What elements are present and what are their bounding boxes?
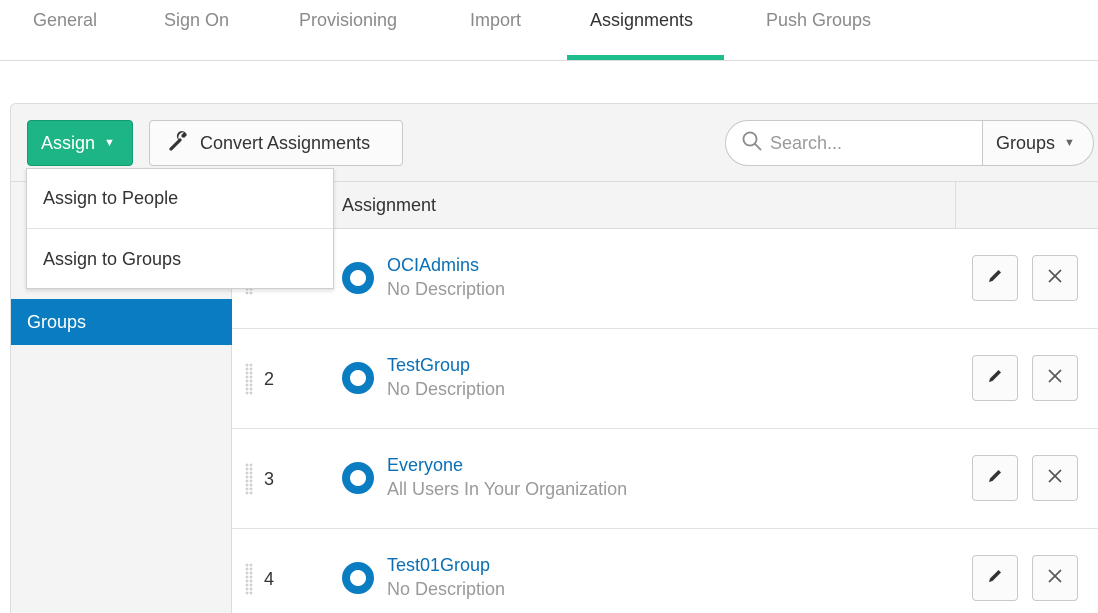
table-row: 1 OCIAdmins No Description [232,229,1098,329]
drag-handle-icon[interactable] [245,463,253,495]
group-name-link[interactable]: OCIAdmins [387,255,479,276]
group-description: No Description [387,379,506,399]
row-priority: 3 [264,469,275,489]
search-icon [742,131,762,156]
search-input[interactable] [770,132,970,154]
group-icon [342,262,374,294]
tab-provisioning[interactable]: Provisioning [299,10,397,31]
convert-assignments-button[interactable]: Convert Assignments [149,120,403,166]
tab-assignments[interactable]: Assignments [590,10,693,31]
remove-button[interactable] [1032,355,1078,401]
caret-down-icon: ▼ [104,137,115,149]
table-row: 4 Test01Group No Description [232,529,1098,613]
table-row: 3 Everyone All Users In Your Organizatio… [232,429,1098,529]
menu-item-label: Assign to People [43,188,179,208]
group-description: No Description [387,579,506,599]
active-tab-indicator [567,55,724,60]
close-icon [1047,568,1063,589]
menu-item-assign-to-groups[interactable]: Assign to Groups [27,229,333,289]
tab-import[interactable]: Import [470,10,521,31]
group-icon [342,362,374,394]
edit-button[interactable] [972,255,1018,301]
filter-select[interactable]: Groups ▼ [982,120,1094,166]
assign-dropdown-menu: Assign to People Assign to Groups [26,168,334,289]
filter-select-label: Groups [996,132,1056,153]
group-description: No Description [387,279,506,299]
drag-handle-icon[interactable] [245,563,253,595]
group-name-link[interactable]: Test01Group [387,555,490,576]
column-header-assignment: Assignment [342,195,437,215]
tab-push-groups[interactable]: Push Groups [766,10,871,31]
convert-assignments-label: Convert Assignments [200,132,371,153]
row-priority: 2 [264,369,275,389]
table-header: Assignment [232,182,1098,229]
remove-button[interactable] [1032,255,1078,301]
edit-button[interactable] [972,555,1018,601]
edit-button[interactable] [972,455,1018,501]
pencil-icon [986,467,1004,490]
row-priority: 4 [264,569,275,589]
assign-button-label: Assign [41,132,96,153]
edit-button[interactable] [972,355,1018,401]
group-description: All Users In Your Organization [387,479,628,499]
menu-item-label: Assign to Groups [43,248,182,269]
assignments-table: Assignment 1 OCIAdmins No Description [232,182,1098,613]
close-icon [1047,268,1063,289]
tab-general[interactable]: General [33,10,97,31]
table-row: 2 TestGroup No Description [232,329,1098,429]
close-icon [1047,368,1063,389]
pencil-icon [986,367,1004,390]
group-name-link[interactable]: TestGroup [387,355,470,376]
close-icon [1047,468,1063,489]
menu-item-assign-to-people[interactable]: Assign to People [27,169,333,229]
column-divider [955,182,956,229]
wrench-icon [168,130,200,157]
remove-button[interactable] [1032,555,1078,601]
pencil-icon [986,567,1004,590]
sidebar-item-label: Groups [27,311,87,332]
pencil-icon [986,267,1004,290]
tab-sign-on[interactable]: Sign On [164,10,229,31]
group-icon [342,462,374,494]
sidebar-item-groups[interactable]: Groups [11,299,232,345]
tab-bar: General Sign On Provisioning Import Assi… [0,0,1098,61]
caret-down-icon: ▼ [1064,137,1075,149]
search-box [725,120,983,166]
assign-button[interactable]: Assign ▼ [27,120,133,166]
group-icon [342,562,374,594]
drag-handle-icon[interactable] [245,363,253,395]
remove-button[interactable] [1032,455,1078,501]
group-name-link[interactable]: Everyone [387,455,463,476]
